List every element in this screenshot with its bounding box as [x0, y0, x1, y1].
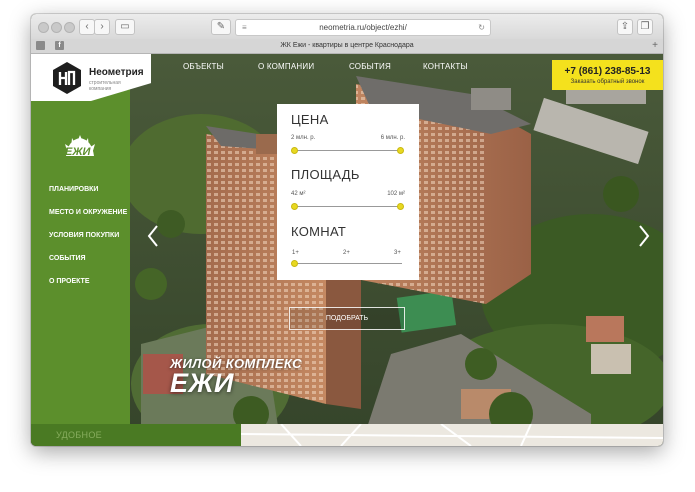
reload-icon[interactable]: ↻: [478, 20, 485, 35]
logo-subtitle: строительная компания: [89, 80, 121, 92]
close-window-icon[interactable]: [38, 22, 49, 33]
nav-contacts[interactable]: КОНТАКТЫ: [423, 62, 468, 71]
share-button[interactable]: ⇪: [617, 19, 633, 35]
url-text: neometria.ru/object/ezhi/: [319, 23, 407, 32]
share-icon: ⇪: [620, 21, 630, 32]
page-menu-icon: ≡: [242, 23, 247, 32]
web-page: ЕЖИ ПЛАНИРОВКИ МЕСТО И ОКРУЖЕНИЕ УСЛОВИЯ…: [31, 54, 663, 446]
nav-objects[interactable]: ОБЪЕКТЫ: [183, 62, 224, 71]
rooms-handle[interactable]: [291, 260, 298, 267]
phone-number[interactable]: +7 (861) 238-85-13: [552, 66, 663, 77]
sidebar-menu: ПЛАНИРОВКИ МЕСТО И ОКРУЖЕНИЕ УСЛОВИЯ ПОК…: [49, 186, 127, 301]
area-max-label: 102 м²: [387, 191, 405, 197]
back-button[interactable]: ‹: [79, 19, 95, 35]
neometria-logo-icon: [53, 62, 81, 94]
map-preview[interactable]: [240, 423, 663, 446]
address-bar[interactable]: ≡ neometria.ru/object/ezhi/ ↻: [235, 19, 491, 36]
map-roads: [240, 423, 663, 446]
chevron-right-icon: ›: [100, 21, 104, 32]
sidebar: ЕЖИ ПЛАНИРОВКИ МЕСТО И ОКРУЖЕНИЕ УСЛОВИЯ…: [31, 54, 130, 424]
pen-icon: ✎: [216, 21, 226, 32]
forward-button[interactable]: ›: [94, 19, 110, 35]
rooms-option-3[interactable]: 3+: [394, 250, 401, 256]
price-min-handle[interactable]: [291, 147, 298, 154]
tab-title[interactable]: ЖК Ежи - квартиры в центре Краснодара: [31, 39, 663, 53]
price-max-label: 6 млн. р.: [380, 135, 405, 141]
sidebar-toggle-button[interactable]: ▭: [115, 19, 135, 35]
tabs-icon: ❐: [640, 21, 650, 32]
minimize-window-icon[interactable]: [51, 22, 62, 33]
rooms-title: КОМНАТ: [291, 224, 347, 239]
sidebar-item-layouts[interactable]: ПЛАНИРОВКИ: [49, 186, 127, 193]
apartment-filter-panel: ЦЕНА 2 млн. р. 6 млн. р. ПЛОЩАДЬ 42 м² 1…: [277, 104, 419, 280]
logo-name: Неометрия: [89, 67, 144, 78]
slider-next-button[interactable]: [636, 224, 652, 248]
sidebar-item-location[interactable]: МЕСТО И ОКРУЖЕНИЕ: [49, 209, 127, 216]
badge-text: ЕЖИ: [65, 146, 91, 158]
price-max-handle[interactable]: [397, 147, 404, 154]
price-slider[interactable]: [294, 150, 402, 151]
sidebar-item-events[interactable]: СОБЫТИЯ: [49, 255, 127, 262]
tabs-button[interactable]: ❐: [637, 19, 653, 35]
rooms-option-1[interactable]: 1+: [292, 250, 299, 256]
rooms-slider[interactable]: [294, 263, 402, 264]
price-min-label: 2 млн. р.: [291, 135, 316, 141]
chevron-right-icon: [639, 225, 650, 247]
area-title: ПЛОЩАДЬ: [291, 167, 360, 182]
nav-about-company[interactable]: О КОМПАНИИ: [258, 62, 314, 71]
area-slider[interactable]: [294, 206, 402, 207]
tab-bar: f ЖК Ежи - квартиры в центре Краснодара …: [31, 39, 663, 54]
hero-title: ЕЖИ: [170, 368, 234, 398]
new-tab-icon[interactable]: +: [652, 39, 658, 53]
nav-events[interactable]: СОБЫТИЯ: [349, 62, 391, 71]
browser-window: ‹ › ▭ ✎ ≡ neometria.ru/object/ezhi/ ↻ ⇪ …: [31, 14, 663, 446]
reader-button[interactable]: ✎: [211, 19, 231, 35]
area-max-handle[interactable]: [397, 203, 404, 210]
area-min-label: 42 м²: [291, 191, 306, 197]
sidebar-item-purchase-terms[interactable]: УСЛОВИЯ ПОКУПКИ: [49, 232, 127, 239]
bottom-section: УДОБНОЕ: [31, 424, 241, 446]
browser-toolbar: ‹ › ▭ ✎ ≡ neometria.ru/object/ezhi/ ↻ ⇪ …: [31, 14, 663, 40]
chevron-left-icon: ‹: [85, 21, 89, 32]
area-min-handle[interactable]: [291, 203, 298, 210]
price-title: ЦЕНА: [291, 112, 329, 127]
ezhi-logo-badge[interactable]: ЕЖИ: [62, 132, 98, 168]
sidebar-icon: ▭: [120, 21, 130, 32]
phone-block[interactable]: +7 (861) 238-85-13 Заказать обратный зво…: [552, 60, 663, 90]
slider-prev-button[interactable]: [145, 224, 161, 248]
chevron-left-icon: [147, 225, 158, 247]
zoom-window-icon[interactable]: [64, 22, 75, 33]
sidebar-item-about[interactable]: О ПРОЕКТЕ: [49, 278, 127, 285]
bottom-section-label: УДОБНОЕ: [56, 430, 102, 440]
rooms-option-2[interactable]: 2+: [343, 250, 350, 256]
callback-link[interactable]: Заказать обратный звонок: [552, 79, 663, 85]
submit-filter-button[interactable]: ПОДОБРАТЬ: [289, 307, 405, 330]
